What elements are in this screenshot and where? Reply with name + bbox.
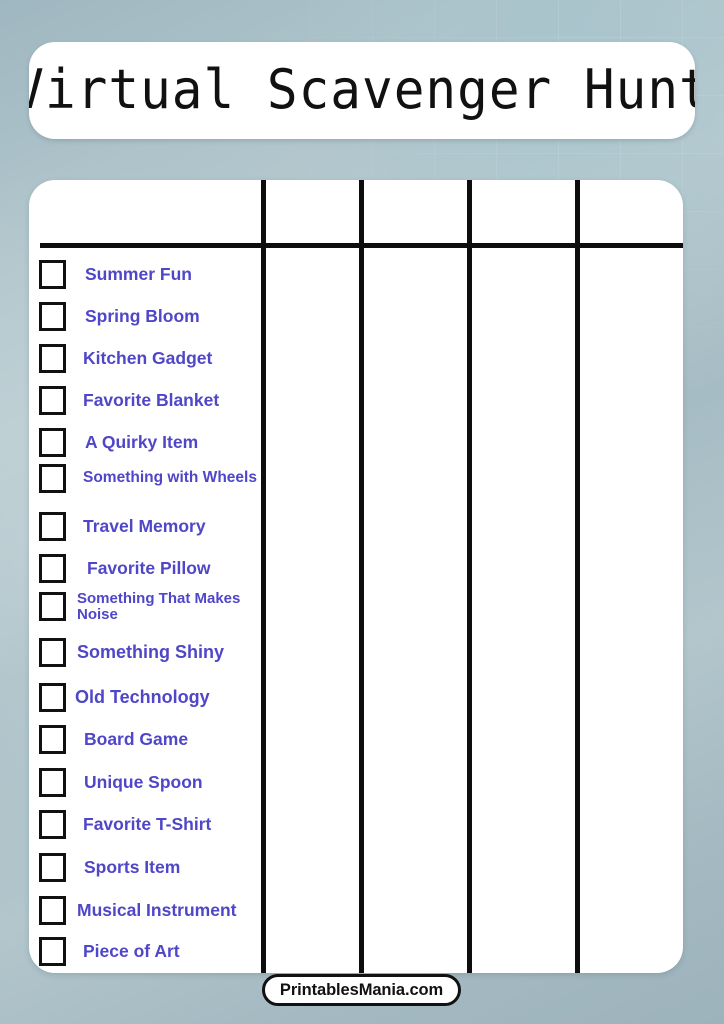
printable-page: Virtual Scavenger Hunt Summer Fun Spring …	[0, 0, 724, 1024]
checklist-item-label: Kitchen Gadget	[83, 348, 213, 369]
checklist-row[interactable]: Something with Wheels	[29, 464, 273, 493]
checklist-item-label: Something with Wheels	[83, 469, 257, 487]
checklist-item-label: Piece of Art	[83, 941, 180, 962]
checklist-row[interactable]: Summer Fun	[29, 260, 261, 289]
checklist-row[interactable]: Favorite Pillow	[29, 554, 261, 583]
checklist-item-label: Spring Bloom	[85, 306, 200, 327]
table-header-rule	[40, 243, 683, 248]
checkbox-icon[interactable]	[39, 810, 66, 839]
checkbox-icon[interactable]	[39, 512, 66, 541]
checklist-row[interactable]: Travel Memory	[29, 512, 261, 541]
checklist-item-label: Old Technology	[75, 687, 210, 708]
checklist-item-label: Musical Instrument	[77, 900, 237, 921]
checkbox-icon[interactable]	[39, 344, 66, 373]
column-divider-4	[575, 180, 580, 973]
checklist-row[interactable]: Something Shiny	[29, 638, 261, 667]
column-divider-2	[359, 180, 364, 973]
checklist-row[interactable]: Old Technology	[29, 683, 261, 712]
checklist-row[interactable]: A Quirky Item	[29, 428, 261, 457]
checklist-row[interactable]: Favorite T-Shirt	[29, 810, 261, 839]
footer-badge: PrintablesMania.com	[262, 974, 461, 1006]
checklist-row[interactable]: Kitchen Gadget	[29, 344, 261, 373]
column-divider-1	[261, 180, 266, 973]
checkbox-icon[interactable]	[39, 937, 66, 966]
checkbox-icon[interactable]	[39, 638, 66, 667]
checklist-item-label: Travel Memory	[83, 516, 206, 537]
checklist-row[interactable]: Spring Bloom	[29, 302, 261, 331]
checklist-row[interactable]: Favorite Blanket	[29, 386, 261, 415]
checkbox-icon[interactable]	[39, 853, 66, 882]
checkbox-icon[interactable]	[39, 428, 66, 457]
checklist-item-label: Summer Fun	[85, 264, 192, 285]
checkbox-icon[interactable]	[39, 896, 66, 925]
column-divider-3	[467, 180, 472, 973]
checkbox-icon[interactable]	[39, 464, 66, 493]
checklist-row[interactable]: Unique Spoon	[29, 768, 261, 797]
checklist-item-label: Board Game	[84, 729, 189, 750]
checklist-item-label: Favorite Pillow	[87, 558, 211, 579]
checklist-row[interactable]: Sports Item	[29, 853, 261, 882]
checkbox-icon[interactable]	[39, 683, 66, 712]
checkbox-icon[interactable]	[39, 302, 66, 331]
checklist-item-label: Unique Spoon	[84, 772, 203, 793]
checkbox-icon[interactable]	[39, 260, 66, 289]
checkbox-icon[interactable]	[39, 592, 66, 622]
checkbox-icon[interactable]	[39, 725, 66, 754]
checklist-item-label: Sports Item	[84, 857, 181, 878]
checklist-item-label: Favorite T-Shirt	[83, 814, 212, 835]
checklist-row[interactable]: Something That Makes Noise	[29, 591, 273, 622]
checklist-item-label: Something Shiny	[77, 642, 225, 663]
checklist-row[interactable]: Board Game	[29, 725, 261, 754]
checklist-table-card: Summer Fun Spring Bloom Kitchen Gadget Favo…	[29, 180, 683, 973]
checklist-row[interactable]: Piece of Art	[29, 937, 261, 966]
footer-badge-label: PrintablesMania.com	[279, 980, 444, 999]
checkbox-icon[interactable]	[39, 386, 66, 415]
checklist-item-label: Favorite Blanket	[83, 390, 220, 411]
checklist-row[interactable]: Musical Instrument	[29, 896, 261, 925]
checkbox-icon[interactable]	[39, 768, 66, 797]
page-title: Virtual Scavenger Hunt	[29, 59, 695, 122]
checkbox-icon[interactable]	[39, 554, 66, 583]
checklist-item-label: Something That Makes Noise	[77, 590, 241, 623]
checklist-item-label: A Quirky Item	[85, 432, 199, 453]
title-card: Virtual Scavenger Hunt	[29, 42, 695, 139]
